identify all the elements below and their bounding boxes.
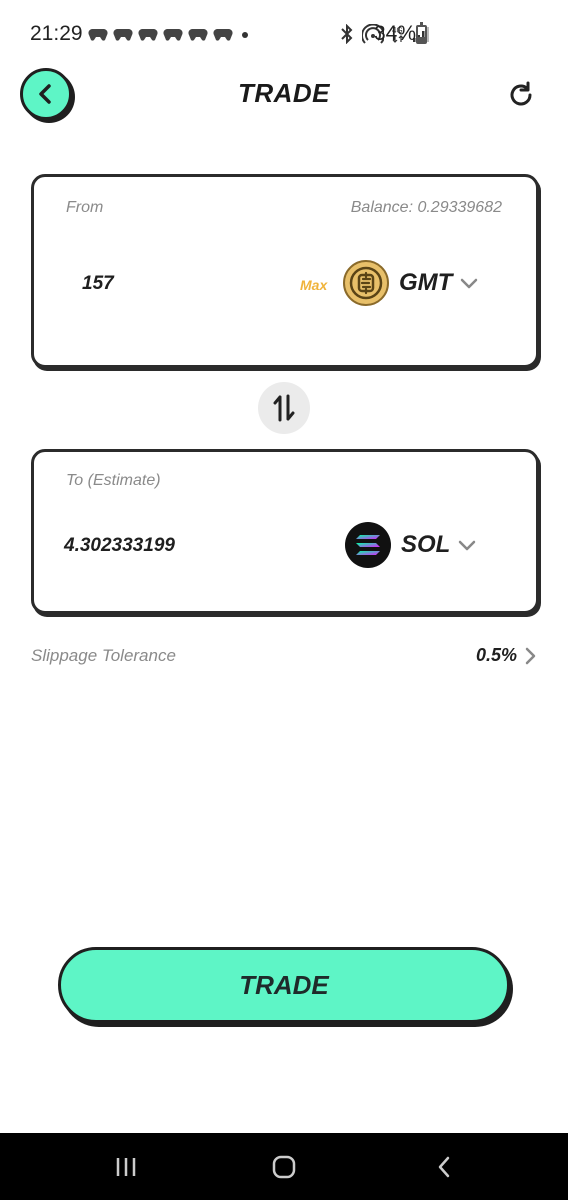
status-bar: 21:29 4G 34% [0,0,568,66]
from-amount-input[interactable]: 157 [82,273,114,295]
to-token-selector[interactable]: SOL [345,522,476,568]
status-time: 21:29 [30,22,83,45]
chevron-down-icon [459,540,476,551]
game-controller-icon [138,29,158,41]
system-back-button[interactable] [424,1151,464,1183]
game-controller-icon [213,29,233,41]
chevron-right-icon [525,647,536,665]
battery-percent: 34% [374,22,417,45]
battery-level [418,36,425,42]
max-button[interactable]: Max [300,277,327,293]
from-token-selector[interactable]: GMT [343,260,478,306]
refresh-button[interactable] [504,78,538,112]
from-label: From [66,199,104,216]
trade-button[interactable]: TRADE [58,947,510,1023]
to-token-symbol: SOL [401,531,451,558]
back-arrow-icon [438,1156,450,1178]
header: TRADE [0,66,568,126]
swap-arrows-icon [273,394,295,422]
slippage-row[interactable]: Slippage Tolerance 0.5% [31,644,539,668]
home-button[interactable] [264,1151,304,1183]
game-controller-icon [88,29,108,41]
from-token-symbol: GMT [399,269,453,296]
notification-icons [88,26,233,42]
battery-icon [416,22,427,44]
slippage-label: Slippage Tolerance [31,646,176,665]
to-card: To (Estimate) 4.302333199 SOL [31,449,539,614]
recents-button[interactable] [106,1151,146,1183]
game-controller-icon [163,29,183,41]
bluetooth-icon [341,24,353,44]
balance-text: Balance: 0.29339682 [350,199,502,216]
home-icon [272,1155,296,1179]
game-controller-icon [113,29,133,41]
sol-token-icon [345,522,391,568]
to-label: To (Estimate) [66,472,161,489]
page-title: TRADE [237,78,331,108]
chevron-down-icon [461,278,478,289]
game-controller-icon [188,29,208,41]
system-nav-bar [0,1133,568,1200]
more-notifications-dot [242,32,248,38]
recents-icon [116,1158,136,1176]
swap-direction-button[interactable] [258,382,310,434]
to-amount-value: 4.302333199 [64,535,175,556]
gmt-token-icon [343,260,389,306]
from-card: From Balance: 0.29339682 157 Max GMT [31,174,539,368]
slippage-value: 0.5% [475,645,517,665]
refresh-icon [510,81,532,106]
